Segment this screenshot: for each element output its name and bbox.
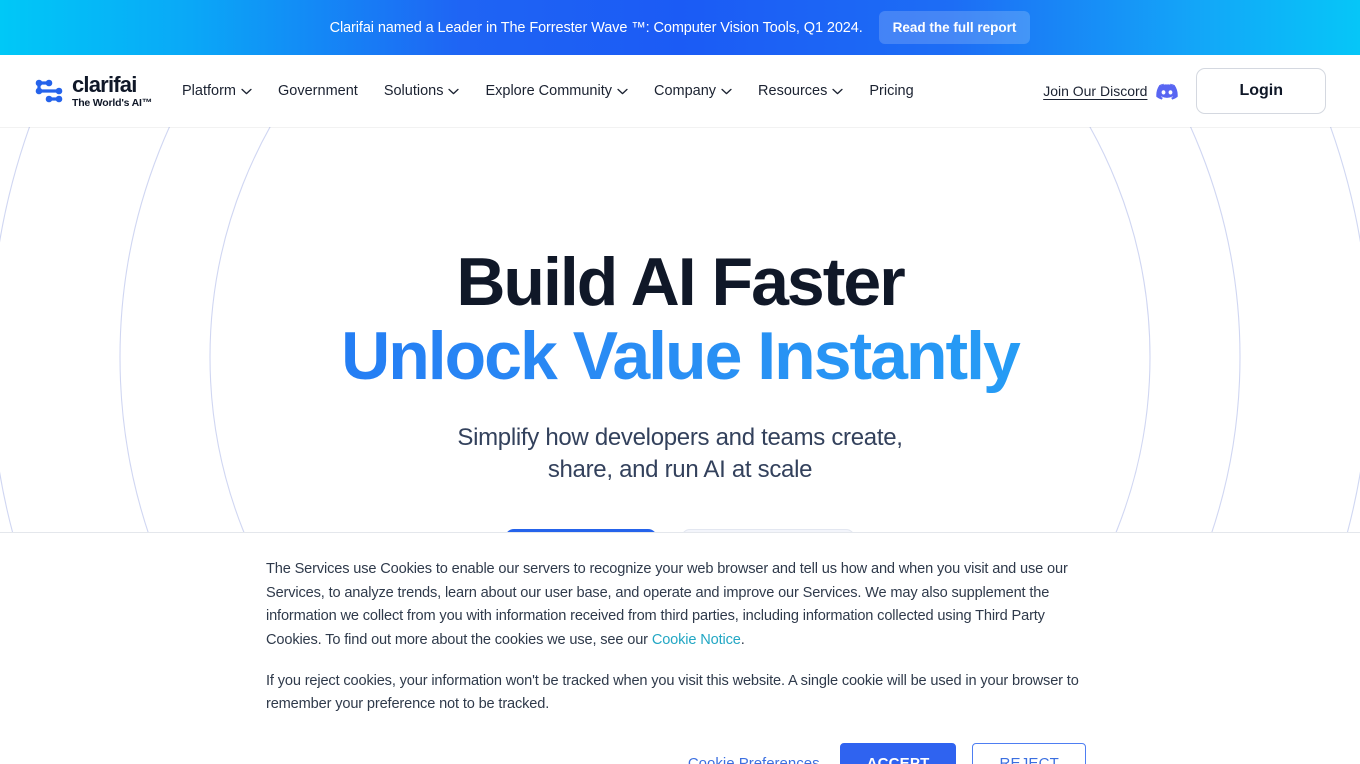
- cookie-consent-banner: The Services use Cookies to enable our s…: [0, 532, 1360, 764]
- nav-item-company[interactable]: Company: [654, 83, 732, 99]
- nav-item-label: Solutions: [383, 83, 444, 99]
- chevron-down-icon: [617, 88, 628, 94]
- cookie-accept-button[interactable]: ACCEPT: [839, 742, 957, 764]
- nav-item-government[interactable]: Government: [278, 83, 358, 99]
- discord-icon: [1156, 83, 1179, 100]
- read-full-report-button[interactable]: Read the full report: [878, 11, 1031, 44]
- cookie-reject-button[interactable]: REJECT: [972, 742, 1086, 764]
- join-discord-link[interactable]: Join Our Discord: [1043, 83, 1179, 100]
- hero-headline-line1: Build AI Faster: [456, 244, 905, 320]
- chevron-down-icon: [241, 88, 252, 94]
- hero-content: Build AI Faster Unlock Value Instantly S…: [0, 127, 1360, 582]
- cookie-consent-body: The Services use Cookies to enable our s…: [266, 558, 1094, 764]
- clarifai-logo[interactable]: clarifai The World's AI™: [34, 71, 153, 109]
- nav-item-pricing[interactable]: Pricing: [869, 83, 913, 99]
- cookie-paragraph-1-period: .: [740, 631, 745, 648]
- main-navigation: clarifai The World's AI™ Platform Govern…: [0, 55, 1360, 127]
- cookie-paragraph-2: If you reject cookies, your information …: [266, 672, 1079, 713]
- nav-item-solutions[interactable]: Solutions: [384, 83, 460, 99]
- hero-subtitle: Simplify how developers and teams create…: [0, 422, 1360, 487]
- hero-subtitle-line1: Simplify how developers and teams create…: [457, 423, 903, 451]
- announcement-banner: Clarifai named a Leader in The Forrester…: [0, 0, 1360, 55]
- nav-item-resources[interactable]: Resources: [758, 83, 844, 99]
- cookie-preferences-button[interactable]: Cookie Preferences: [684, 749, 824, 764]
- clarifai-logo-icon: [34, 78, 64, 104]
- join-discord-label: Join Our Discord: [1043, 83, 1148, 99]
- nav-item-label: Company: [653, 83, 717, 99]
- logo-tagline: The World's AI™: [72, 96, 153, 109]
- nav-item-explore-community[interactable]: Explore Community: [485, 83, 628, 99]
- logo-wordmark: clarifai: [72, 71, 137, 97]
- hero-subtitle-line2: share, and run AI at scale: [547, 455, 813, 483]
- nav-item-label: Platform: [182, 83, 237, 99]
- chevron-down-icon: [448, 88, 460, 94]
- nav-item-platform[interactable]: Platform: [182, 83, 252, 99]
- nav-links: Platform Government Solutions Explore Co…: [182, 83, 914, 99]
- cookie-notice-link[interactable]: Cookie Notice: [652, 632, 741, 648]
- hero-headline-line2: Unlock Value Instantly: [0, 318, 1360, 394]
- chevron-down-icon: [721, 88, 732, 94]
- nav-item-label: Pricing: [869, 83, 914, 99]
- announcement-text: Clarifai named a Leader in The Forrester…: [329, 19, 863, 36]
- hero-section: Build AI Faster Unlock Value Instantly S…: [0, 127, 1360, 764]
- nav-item-label: Resources: [758, 83, 828, 99]
- login-button[interactable]: Login: [1196, 68, 1326, 114]
- chevron-down-icon: [832, 88, 844, 94]
- cookie-consent-actions: Cookie Preferences ACCEPT REJECT: [266, 742, 1094, 764]
- nav-item-label: Explore Community: [485, 83, 612, 99]
- nav-right-actions: Join Our Discord Login: [1043, 68, 1326, 114]
- cookie-paragraph-1: The Services use Cookies to enable our s…: [266, 558, 1094, 653]
- nav-item-label: Government: [278, 83, 358, 99]
